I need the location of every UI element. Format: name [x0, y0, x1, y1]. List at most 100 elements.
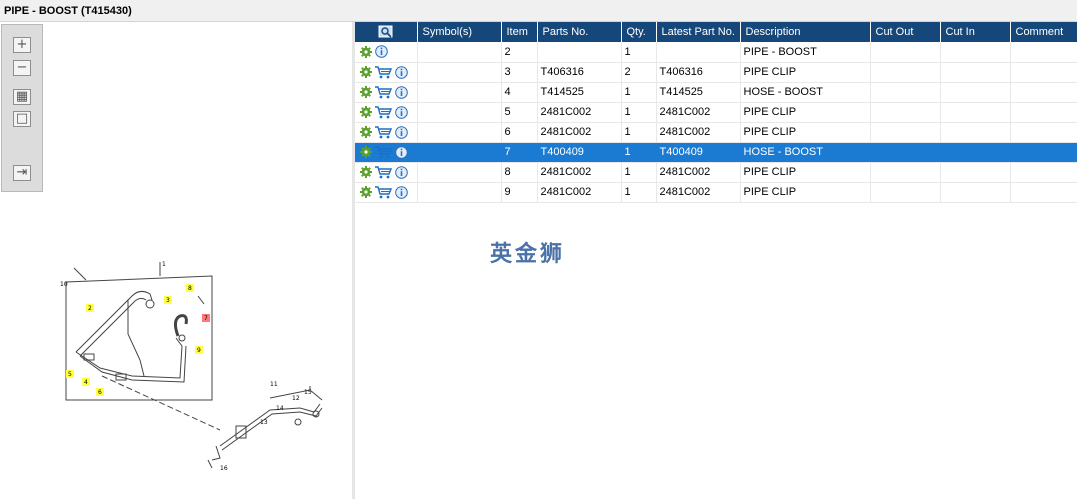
cell-symbols: [417, 162, 502, 183]
cell-item: 2: [501, 42, 538, 63]
callout-7[interactable]: 7: [204, 315, 208, 322]
parts-diagram[interactable]: 1 2 3 4 5 6 7 8 9 10 11 12 13 14 15 16: [40, 250, 340, 480]
callout-3[interactable]: 3: [166, 297, 170, 304]
column-header-item[interactable]: Item: [501, 22, 538, 42]
pipe-clip-shape: [294, 418, 302, 426]
callout-14[interactable]: 14: [276, 405, 284, 412]
callout-2[interactable]: 2: [88, 305, 92, 312]
cell-cut-in: [940, 62, 1011, 83]
cell-latest-part-no: 2481C002: [656, 102, 741, 123]
fit-page-button[interactable]: ▦: [13, 89, 31, 105]
cell-parts-no: T414525: [537, 82, 622, 103]
row-actions: [355, 62, 418, 83]
actual-size-button[interactable]: □: [13, 111, 31, 127]
callout-8[interactable]: 8: [188, 285, 192, 292]
gear-icon[interactable]: [360, 66, 372, 78]
callout-1[interactable]: 1: [162, 261, 166, 268]
pipe-boost-shape: [79, 345, 187, 383]
cell-latest-part-no: [656, 42, 741, 63]
callout-10[interactable]: 10: [60, 281, 68, 288]
callout-16[interactable]: 16: [220, 465, 228, 472]
table-row[interactable]: 7 T400409 1 T400409 HOSE - BOOST: [355, 142, 1077, 163]
cell-cut-out: [870, 182, 941, 203]
cell-comment: [1010, 142, 1077, 163]
cell-parts-no: [537, 42, 622, 63]
callout-15[interactable]: 15: [304, 389, 312, 396]
info-icon[interactable]: [375, 45, 388, 59]
table-row[interactable]: 5 2481C002 1 2481C002 PIPE CLIP: [355, 102, 1077, 123]
info-icon[interactable]: [395, 105, 408, 119]
cell-parts-no: 2481C002: [537, 122, 622, 143]
cart-icon[interactable]: [375, 145, 392, 159]
cell-item: 9: [501, 182, 538, 203]
cart-icon[interactable]: [375, 65, 392, 79]
table-row[interactable]: 3 T406316 2 T406316 PIPE CLIP: [355, 62, 1077, 83]
column-header-comment[interactable]: Comment: [1010, 22, 1077, 42]
column-header-description[interactable]: Description: [740, 22, 871, 42]
toggle-panel-button[interactable]: ⇥: [13, 165, 31, 181]
callout-9[interactable]: 9: [197, 347, 201, 354]
table-row[interactable]: 8 2481C002 1 2481C002 PIPE CLIP: [355, 162, 1077, 183]
table-row[interactable]: 2 1 PIPE - BOOST: [355, 42, 1077, 63]
zoom-out-button[interactable]: −: [13, 60, 31, 76]
cell-comment: [1010, 42, 1077, 63]
info-icon[interactable]: [395, 85, 408, 99]
hose-boost-shape: [173, 314, 188, 337]
bolt-shape: [207, 459, 213, 469]
gear-icon[interactable]: [360, 166, 372, 178]
callout-12[interactable]: 12: [292, 395, 300, 402]
callout-6[interactable]: 6: [98, 389, 102, 396]
cell-description: HOSE - BOOST: [740, 82, 871, 103]
column-header-cut-in[interactable]: Cut In: [940, 22, 1011, 42]
cell-latest-part-no: 2481C002: [656, 182, 741, 203]
info-icon[interactable]: [395, 185, 408, 199]
cell-qty: 1: [621, 82, 657, 103]
column-header-cut-out[interactable]: Cut Out: [870, 22, 941, 42]
gear-icon[interactable]: [360, 146, 372, 158]
column-header-parts-no[interactable]: Parts No.: [537, 22, 622, 42]
cell-cut-out: [870, 102, 941, 123]
info-icon[interactable]: [395, 65, 408, 79]
cart-icon[interactable]: [375, 185, 392, 199]
cell-cut-out: [870, 122, 941, 143]
cell-latest-part-no: 2481C002: [656, 122, 741, 143]
gear-icon[interactable]: [360, 86, 372, 98]
cell-symbols: [417, 142, 502, 163]
cart-icon[interactable]: [375, 105, 392, 119]
info-icon[interactable]: [395, 165, 408, 179]
gear-icon[interactable]: [360, 45, 372, 58]
table-row[interactable]: 9 2481C002 1 2481C002 PIPE CLIP: [355, 182, 1077, 203]
gear-icon[interactable]: [360, 106, 372, 118]
cart-icon[interactable]: [375, 85, 392, 99]
cell-latest-part-no: 2481C002: [656, 162, 741, 183]
callout-4[interactable]: 4: [84, 379, 88, 386]
search-parts-icon[interactable]: [378, 25, 394, 39]
cell-comment: [1010, 82, 1077, 103]
gear-icon[interactable]: [360, 186, 372, 198]
table-row[interactable]: 4 T414525 1 T414525 HOSE - BOOST: [355, 82, 1077, 103]
callout-5[interactable]: 5: [68, 371, 72, 378]
info-icon[interactable]: [395, 145, 408, 159]
column-header-latest-part-no[interactable]: Latest Part No.: [656, 22, 741, 42]
info-icon[interactable]: [395, 125, 408, 139]
cell-parts-no: T400409: [537, 142, 622, 163]
zoom-in-button[interactable]: +: [13, 37, 31, 53]
column-header-symbols[interactable]: Symbol(s): [417, 22, 502, 42]
cell-description: HOSE - BOOST: [740, 142, 871, 163]
table-row[interactable]: 6 2481C002 1 2481C002 PIPE CLIP: [355, 122, 1077, 143]
callout-13[interactable]: 13: [260, 419, 268, 426]
pipe-clip-shape: [145, 299, 155, 309]
window-title: PIPE - BOOST (T415430): [4, 5, 132, 17]
cell-item: 3: [501, 62, 538, 83]
cart-icon[interactable]: [375, 165, 392, 179]
gear-icon[interactable]: [360, 126, 372, 138]
cell-cut-in: [940, 162, 1011, 183]
cell-qty: 1: [621, 42, 657, 63]
column-header-actions[interactable]: [355, 22, 418, 42]
cart-icon[interactable]: [375, 125, 392, 139]
column-header-qty[interactable]: Qty.: [621, 22, 657, 42]
diagram-toolbar: + − ▦ □ ⇥: [1, 24, 43, 192]
cell-cut-in: [940, 42, 1011, 63]
row-actions: [355, 142, 418, 163]
callout-11[interactable]: 11: [270, 381, 278, 388]
